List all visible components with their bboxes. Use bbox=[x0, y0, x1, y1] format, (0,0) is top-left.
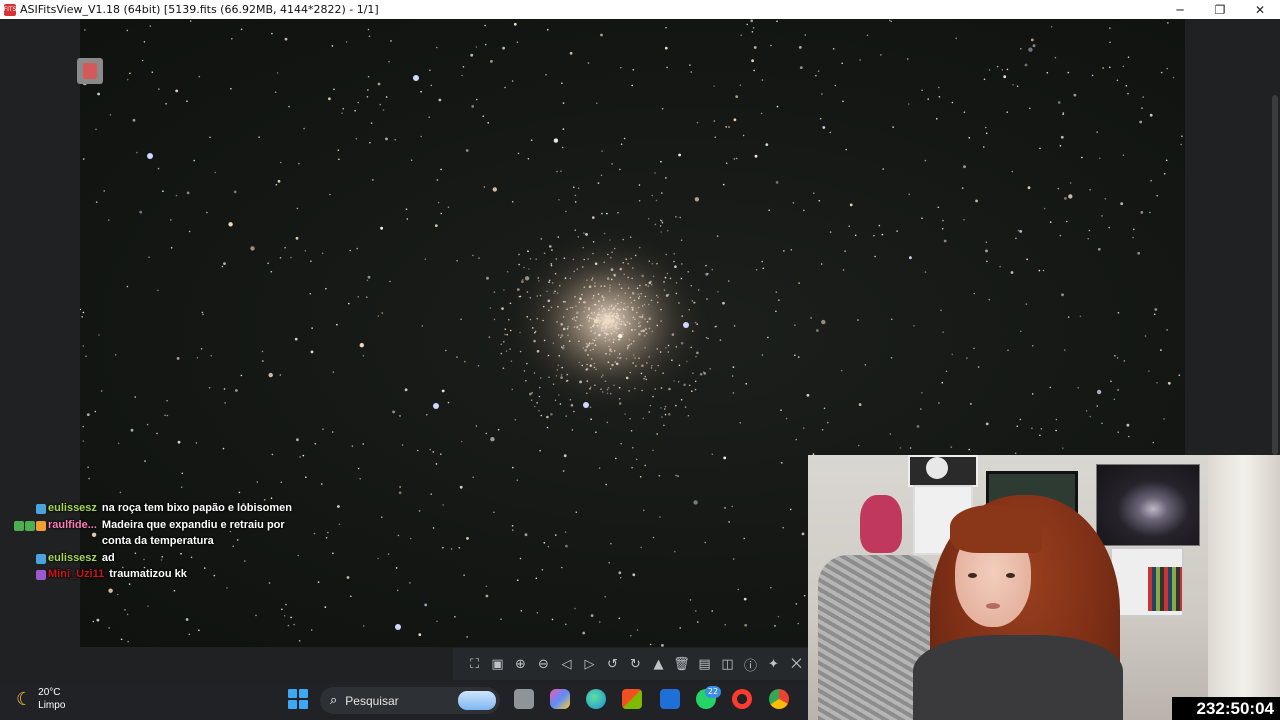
subscriber-badge-icon bbox=[36, 504, 46, 514]
chat-message: Mini_Uzi11 traumatizou kk bbox=[2, 566, 302, 583]
restore-button[interactable]: ❐ bbox=[1200, 0, 1240, 19]
subscriber-badge-icon bbox=[36, 520, 46, 531]
taskbar-search[interactable]: ⌕ Pesquisar bbox=[320, 687, 500, 714]
subscriber-badge-icon bbox=[36, 553, 46, 564]
chat-text: Madeira que expandiu e retraiu por conta… bbox=[101, 518, 285, 548]
stream-chat-overlay: eulissesz na roça tem bixo papão e lobis… bbox=[2, 500, 302, 583]
microsoft-store-icon[interactable] bbox=[622, 689, 642, 709]
weather-widget[interactable]: ☾ 20°C Limpo bbox=[16, 686, 65, 712]
subscriber-badge-icon bbox=[36, 570, 46, 580]
chat-badges bbox=[2, 517, 46, 550]
next-icon[interactable]: ▷ bbox=[580, 655, 599, 674]
stretch-icon[interactable]: ◫ bbox=[718, 655, 737, 674]
image-toolbar: ⛶ ▣ ⊕ ⊖ ◁ ▷ ↺ ↻ ▲ 🗑 ▤ ◫ ⓘ ✦ ⨉ bbox=[453, 648, 808, 680]
actual-size-icon[interactable]: ▣ bbox=[488, 655, 507, 674]
zoom-out-icon[interactable]: ⊖ bbox=[534, 655, 553, 674]
vip-badge-icon bbox=[25, 520, 35, 531]
weather-description: Limpo bbox=[38, 700, 66, 711]
moon-icon: ☾ bbox=[16, 688, 33, 710]
rotate-left-icon[interactable]: ↺ bbox=[603, 655, 622, 674]
rotate-right-icon[interactable]: ↻ bbox=[626, 655, 645, 674]
info-icon[interactable]: ⓘ bbox=[741, 655, 760, 674]
copilot-icon[interactable] bbox=[550, 689, 570, 709]
start-button[interactable] bbox=[288, 689, 308, 709]
vertical-scrollbar[interactable] bbox=[1272, 95, 1278, 455]
opera-browser-icon[interactable] bbox=[732, 689, 752, 709]
crop-icon[interactable]: ⨉ bbox=[787, 655, 806, 674]
viewer-right-margin bbox=[1185, 19, 1280, 455]
chat-message: eulissesz ad bbox=[2, 550, 302, 567]
chat-badges bbox=[2, 500, 46, 517]
minimize-button[interactable]: ─ bbox=[1160, 0, 1200, 19]
chrome-browser-icon[interactable] bbox=[769, 689, 789, 709]
edge-browser-icon[interactable] bbox=[586, 689, 606, 709]
histogram-icon[interactable]: ▲ bbox=[649, 655, 668, 674]
chat-username: raulfide... bbox=[48, 518, 97, 531]
task-view-icon[interactable] bbox=[514, 689, 534, 709]
chat-message: eulissesz na roça tem bixo papão e lobis… bbox=[2, 500, 302, 517]
window-title: ASIFitsView_V1.18 (64bit) [5139.fits (66… bbox=[20, 3, 379, 16]
search-highlight-image bbox=[458, 691, 496, 710]
chat-text: traumatizou kk bbox=[109, 568, 187, 580]
zoom-in-icon[interactable]: ⊕ bbox=[511, 655, 530, 674]
close-button[interactable]: ✕ bbox=[1240, 0, 1280, 19]
chat-badges bbox=[2, 566, 46, 583]
notification-count-badge: 22 bbox=[705, 686, 721, 698]
chat-username: eulissesz bbox=[48, 502, 97, 514]
save-icon[interactable]: ▤ bbox=[695, 655, 714, 674]
chat-username: eulissesz bbox=[48, 551, 97, 564]
weather-temperature: 20°C bbox=[38, 687, 61, 698]
previous-icon[interactable]: ◁ bbox=[557, 655, 576, 674]
delete-icon[interactable]: 🗑 bbox=[672, 655, 691, 674]
search-placeholder: Pesquisar bbox=[345, 693, 399, 708]
chat-badges bbox=[2, 550, 46, 567]
screen: FITS ASIFitsView_V1.18 (64bit) [5139.fit… bbox=[0, 0, 1280, 720]
app-icon: FITS bbox=[4, 3, 16, 16]
chat-text: na roça tem bixo papão e lobisomen bbox=[101, 502, 293, 514]
chat-message: raulfide... Madeira que expandiu e retra… bbox=[2, 517, 302, 550]
chat-text: ad bbox=[101, 551, 115, 564]
moderator-badge-icon bbox=[14, 520, 24, 531]
streamer-webcam bbox=[808, 455, 1280, 720]
star-detect-icon[interactable]: ✦ bbox=[764, 655, 783, 674]
search-icon: ⌕ bbox=[330, 693, 338, 708]
floating-tool-icon[interactable] bbox=[77, 58, 103, 84]
app-cube-icon[interactable] bbox=[660, 689, 680, 709]
fit-window-icon[interactable]: ⛶ bbox=[465, 655, 484, 674]
chat-username: Mini_Uzi11 bbox=[48, 568, 105, 580]
window-title-bar: FITS ASIFitsView_V1.18 (64bit) [5139.fit… bbox=[0, 0, 1280, 19]
galaxy-poster bbox=[1096, 464, 1200, 546]
stream-uptime-timer: 232:50:04 bbox=[1172, 697, 1280, 720]
